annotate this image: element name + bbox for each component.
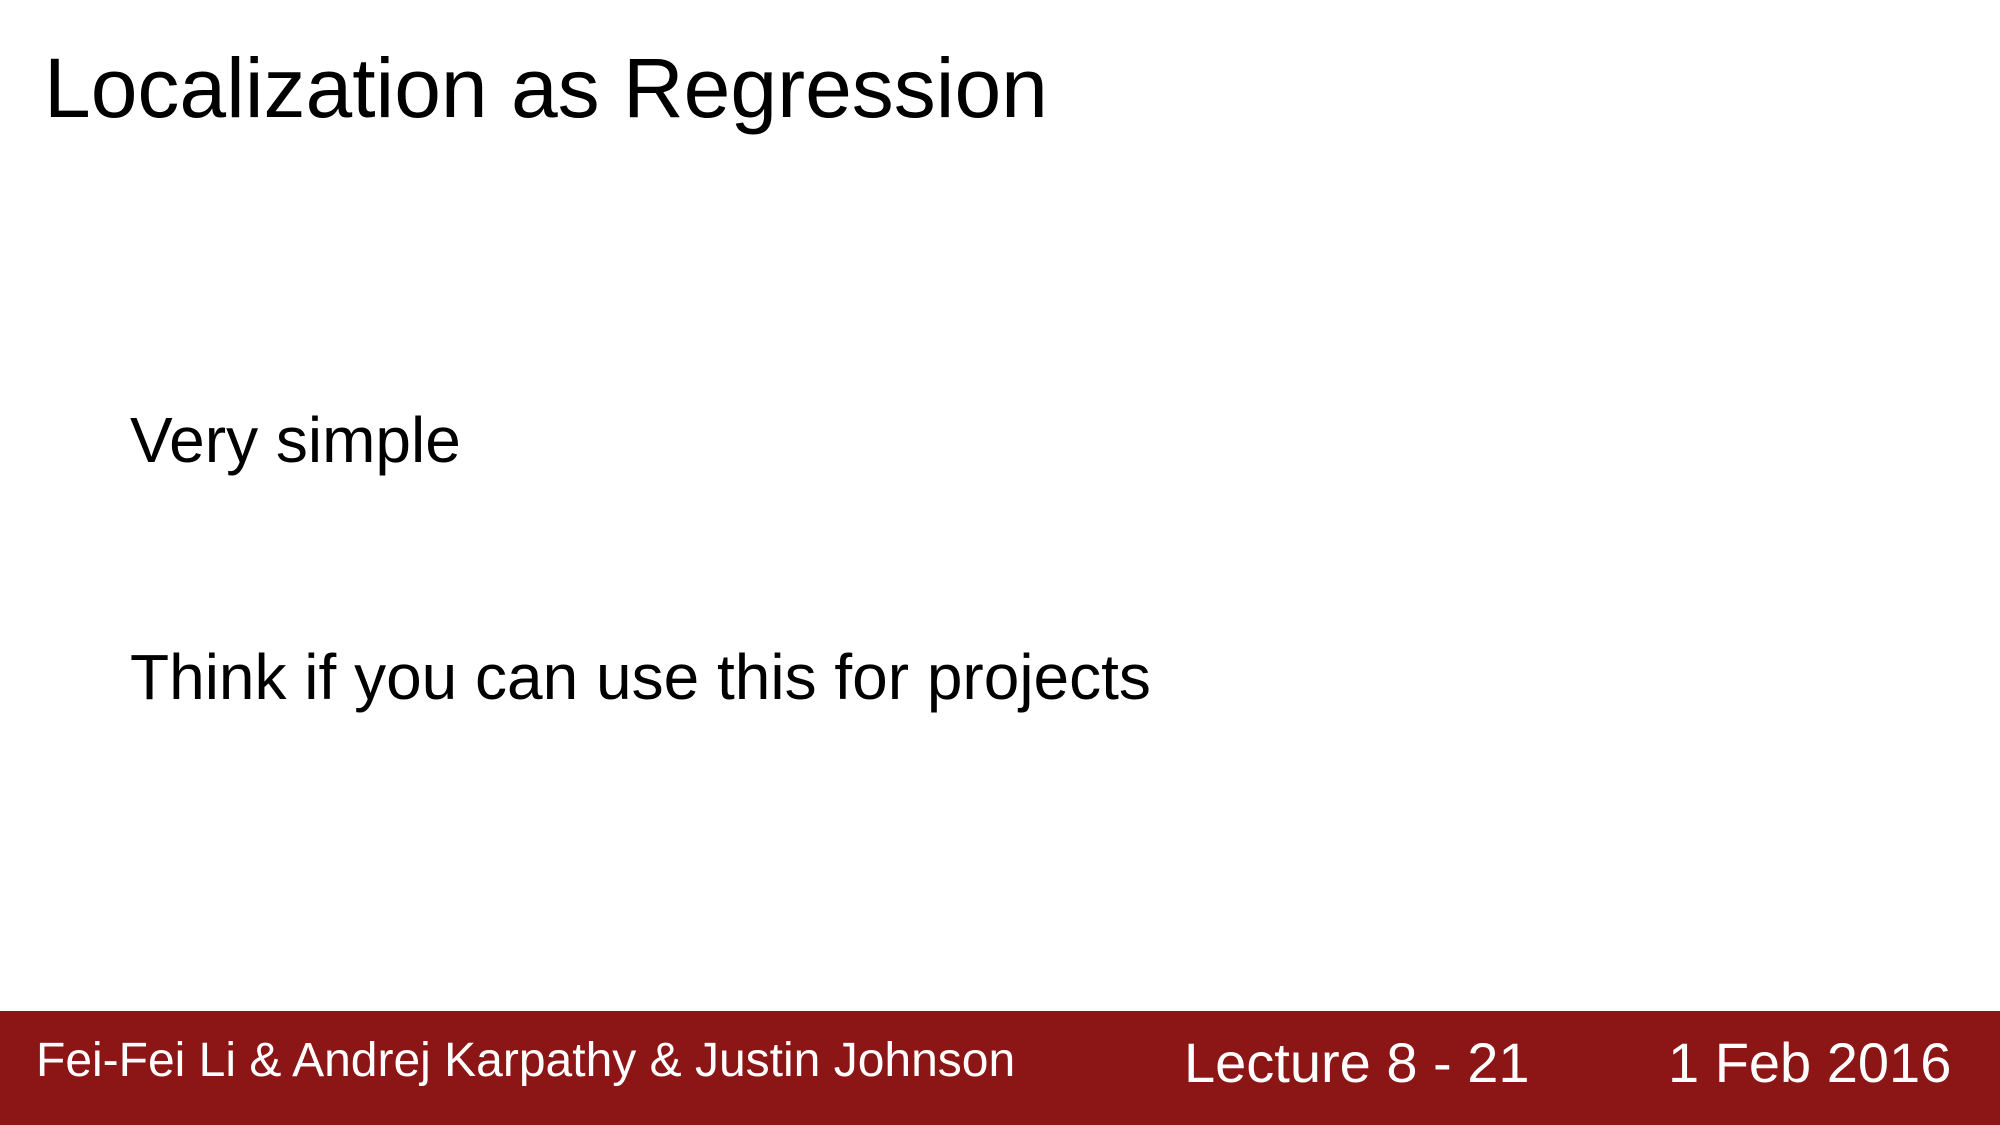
slide-footer: Fei-Fei Li & Andrej Karpathy & Justin Jo… [0,1011,2000,1125]
footer-authors: Fei-Fei Li & Andrej Karpathy & Justin Jo… [36,1034,1016,1087]
bullet-text-very-simple: Very simple [130,404,461,476]
slide-title: Localization as Regression [44,41,1048,135]
bullet-text-projects: Think if you can use this for projects [130,641,1151,713]
footer-lecture-number: Lecture 8 - 21 [1184,1031,1530,1094]
footer-date: 1 Feb 2016 [1668,1031,1952,1094]
